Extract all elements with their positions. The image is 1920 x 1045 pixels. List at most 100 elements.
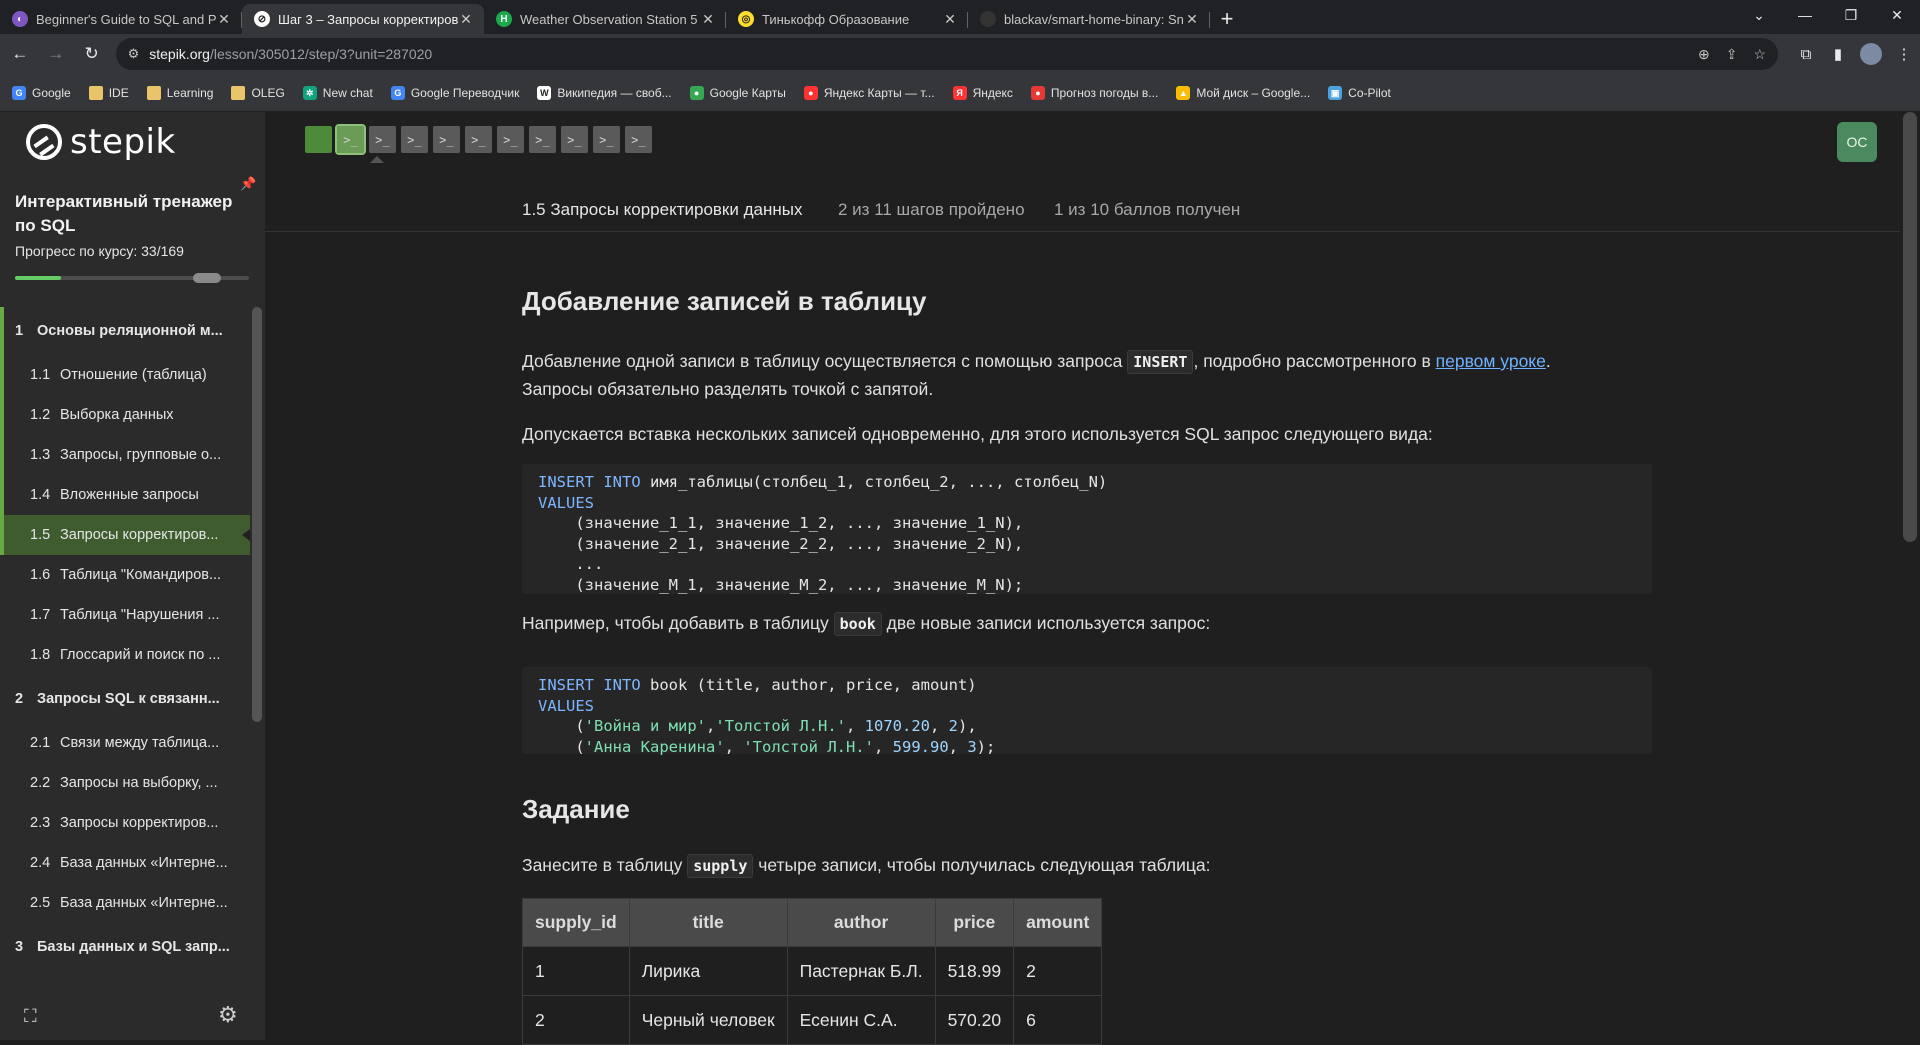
toc-lesson[interactable]: 2.5 База данных «Интерне... xyxy=(0,883,250,923)
tab-close-icon[interactable]: ✕ xyxy=(700,11,716,28)
browser-tab[interactable]: blackav/smart-home-binary: Sn ✕ xyxy=(968,4,1210,34)
zoom-icon[interactable]: ⊕ xyxy=(1698,46,1710,63)
bookmark-star-icon[interactable]: ☆ xyxy=(1753,46,1766,63)
stepik-logo[interactable]: stepik xyxy=(26,122,176,162)
user-avatar[interactable]: OC xyxy=(1837,122,1877,162)
toc-lesson[interactable]: 1.7 Таблица "Нарушения ... xyxy=(0,595,250,635)
toc-number: 1.1 xyxy=(30,367,51,383)
reload-icon[interactable]: ↻ xyxy=(76,38,108,70)
toc-label: Связи между таблица... xyxy=(60,735,220,751)
browser-tab[interactable]: ◐ Beginner's Guide to SQL and Pe ✕ xyxy=(0,4,242,34)
table-row: 1 Лирика Пастернак Б.Л. 518.99 2 xyxy=(522,946,1103,996)
toc-label: Вложенные запросы xyxy=(60,487,199,503)
course-title[interactable]: Интерактивный тренажер по SQL xyxy=(15,190,245,238)
bookmark-item[interactable]: ✲ New chat xyxy=(302,85,373,100)
paragraph-task: Занесите в таблицу supply четыре записи,… xyxy=(522,851,1210,880)
forward-icon[interactable]: → xyxy=(40,38,72,70)
bookmark-item[interactable]: Learning xyxy=(146,85,214,100)
step-tile[interactable]: >_ xyxy=(401,126,428,153)
bookmark-item[interactable]: IDE xyxy=(88,85,129,100)
step-tile[interactable]: >_ xyxy=(335,124,366,155)
toc-lesson[interactable]: 1.2 Выборка данных xyxy=(0,395,250,435)
toc-lesson[interactable]: 2.3 Запросы корректиров... xyxy=(0,803,250,843)
minimize-icon[interactable]: — xyxy=(1782,0,1828,30)
browser-tab[interactable]: ◎ Тинькофф Образование ✕ xyxy=(726,4,968,34)
menu-icon[interactable]: ⋮ xyxy=(1888,45,1920,63)
tab-close-icon[interactable]: ✕ xyxy=(942,11,958,28)
step-tile[interactable]: >_ xyxy=(625,126,652,153)
side-panel-icon[interactable]: ▮ xyxy=(1822,45,1854,63)
bookmark-item[interactable]: Я Яндекс xyxy=(952,85,1013,100)
step-tile[interactable]: >_ xyxy=(369,126,396,153)
toc-lesson[interactable]: 2.4 База данных «Интерне... xyxy=(0,843,250,883)
toc-lesson[interactable]: 1.4 Вложенные запросы xyxy=(0,475,250,515)
extensions-icon[interactable]: ⧉ xyxy=(1790,46,1822,63)
site-info-icon[interactable]: ⚙ xyxy=(128,46,140,62)
step-tile[interactable] xyxy=(305,126,332,153)
toc-lesson[interactable]: 2.1 Связи между таблица... xyxy=(0,723,250,763)
step-tile[interactable]: >_ xyxy=(593,126,620,153)
tab-close-icon[interactable]: ✕ xyxy=(1184,11,1200,28)
share-icon[interactable]: ⇪ xyxy=(1726,46,1738,63)
bookmark-item[interactable]: G Google xyxy=(12,85,71,100)
profile-avatar[interactable] xyxy=(1860,43,1883,65)
course-progress-label: Прогресс по курсу: 33/169 xyxy=(15,243,184,259)
toc-lesson[interactable]: 1.8 Глоссарий и поиск по ... xyxy=(0,635,250,675)
bookmark-item[interactable]: ● Google Карты xyxy=(689,85,786,100)
bookmark-item[interactable]: G Google Переводчик xyxy=(390,85,519,100)
lesson-main: >_ >_ >_ >_ >_ >_ >_ >_ >_ >_ OC 1.5 Запросы корр… xyxy=(265,112,1920,1045)
toc-section[interactable]: 3 Базы данных и SQL запр... xyxy=(0,923,250,971)
address-bar[interactable]: ⚙ stepik.org /lesson/305012/step/3?unit=… xyxy=(115,38,1779,70)
step-tile[interactable]: >_ xyxy=(561,126,588,153)
toc-section[interactable]: 1 Основы реляционной м... xyxy=(0,307,250,355)
fullscreen-icon[interactable]: ⛶ xyxy=(24,1006,37,1027)
bookmark-item[interactable]: ● Прогноз погоды в... xyxy=(1030,85,1158,100)
toc-lesson[interactable]: 1.6 Таблица "Командиров... xyxy=(0,555,250,595)
table-cell: 518.99 xyxy=(934,946,1015,996)
sidebar-scrollbar[interactable] xyxy=(252,307,262,722)
first-lesson-link[interactable]: первом уроке xyxy=(1436,351,1546,371)
toc-label: Запросы SQL к связанн... xyxy=(37,691,220,707)
paragraph-text: Добавление одной записи в таблицу осущес… xyxy=(522,351,1128,371)
toc-lesson[interactable]: 1.5 Запросы корректиров... xyxy=(0,515,250,555)
toc-lesson[interactable]: 2.2 Запросы на выборку, ... xyxy=(0,763,250,803)
browser-tab[interactable]: ⊘ Шаг 3 – Запросы корректиров ✕ xyxy=(242,4,484,34)
toc-lesson[interactable]: 1.3 Запросы, групповые о... xyxy=(0,435,250,475)
paragraph-multi-insert: Допускается вставка нескольких записей о… xyxy=(522,424,1433,444)
step-tile[interactable]: >_ xyxy=(497,126,524,153)
tab-search-icon[interactable]: ⌄ xyxy=(1736,0,1782,30)
close-window-icon[interactable]: ✕ xyxy=(1874,0,1920,30)
toc-section[interactable]: 2 Запросы SQL к связанн... xyxy=(0,675,250,723)
page-scrollbar[interactable] xyxy=(1903,112,1917,542)
toc-number: 1.2 xyxy=(30,407,51,423)
toc-number: 1.7 xyxy=(30,607,51,623)
tab-favicon-icon xyxy=(980,11,996,27)
toc-label: База данных «Интерне... xyxy=(60,895,228,911)
bookmark-item[interactable]: ▣ Co-Pilot xyxy=(1328,85,1391,100)
toc-number: 2.5 xyxy=(30,895,51,911)
bookmark-item[interactable]: W Википедия — своб... xyxy=(537,85,672,100)
progress-toggle[interactable] xyxy=(193,273,221,283)
bookmark-item[interactable]: OLEG xyxy=(231,85,285,100)
settings-gear-icon[interactable]: ⚙ xyxy=(218,1002,238,1028)
toc-lesson[interactable]: 1.1 Отношение (таблица) xyxy=(0,355,250,395)
bookmark-item[interactable]: ▲ Мой диск – Google... xyxy=(1176,85,1310,100)
tab-title: Шаг 3 – Запросы корректиров xyxy=(278,11,458,27)
toc-number: 2.4 xyxy=(30,855,51,871)
paragraph-text: две новые записи используется запрос: xyxy=(881,613,1211,633)
restore-icon[interactable]: ❐ xyxy=(1828,0,1874,30)
bookmark-label: New chat xyxy=(322,85,373,100)
bookmark-label: Learning xyxy=(166,85,214,100)
bookmark-label: Co-Pilot xyxy=(1348,85,1391,100)
new-tab-button[interactable]: + xyxy=(1210,4,1244,34)
step-tile[interactable]: >_ xyxy=(529,126,556,153)
tab-close-icon[interactable]: ✕ xyxy=(458,11,474,28)
tab-close-icon[interactable]: ✕ xyxy=(216,11,232,28)
toc-label: Запросы корректиров... xyxy=(60,815,219,831)
browser-tab[interactable]: H Weather Observation Station 5 ✕ xyxy=(484,4,726,34)
sidebar-footer: ⛶ ⚙ xyxy=(0,992,265,1040)
step-tile[interactable]: >_ xyxy=(433,126,460,153)
step-tile[interactable]: >_ xyxy=(465,126,492,153)
back-icon[interactable]: ← xyxy=(4,38,36,70)
bookmark-item[interactable]: ● Яндекс Карты — т... xyxy=(803,85,935,100)
